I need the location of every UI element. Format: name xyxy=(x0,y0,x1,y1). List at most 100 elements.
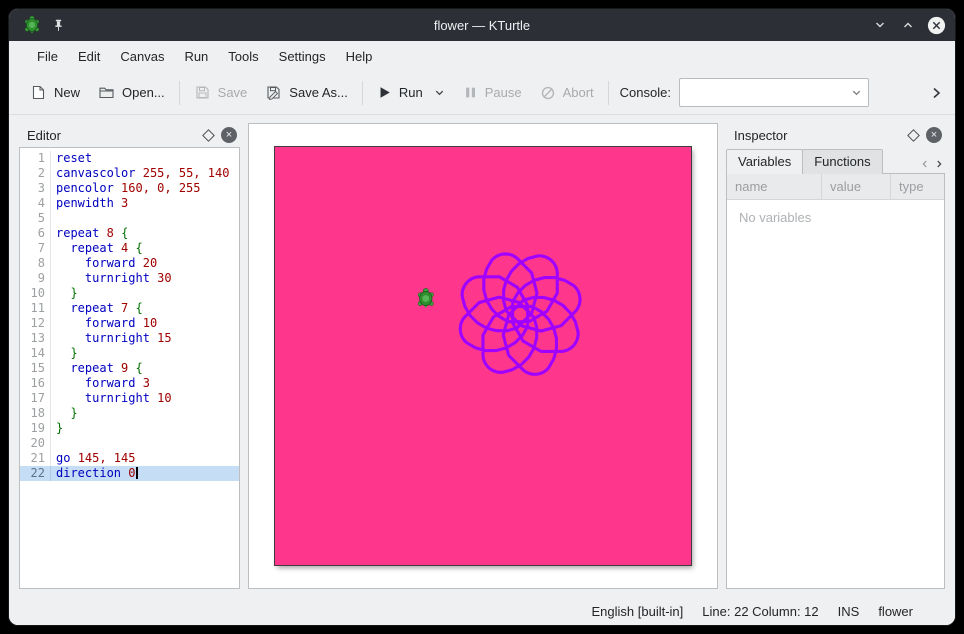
code-line-2[interactable]: 2canvascolor 255, 55, 140 xyxy=(20,166,239,181)
insert-mode-indicator: INS xyxy=(838,604,860,619)
flower-path xyxy=(460,254,580,374)
abort-button[interactable]: Abort xyxy=(531,79,603,107)
abort-label: Abort xyxy=(563,85,594,100)
code-line-16[interactable]: 16 forward 3 xyxy=(20,376,239,391)
menu-settings[interactable]: Settings xyxy=(269,44,336,69)
code-editor[interactable]: 1reset2canvascolor 255, 55, 1403pencolor… xyxy=(19,147,240,589)
code-line-5[interactable]: 5 xyxy=(20,211,239,226)
inspector-float-button[interactable] xyxy=(906,128,920,142)
run-play-icon xyxy=(377,85,392,100)
console-combobox[interactable] xyxy=(679,78,869,107)
run-speed-chevron-icon[interactable] xyxy=(434,87,445,98)
menu-file[interactable]: File xyxy=(27,44,68,69)
titlebar[interactable]: flower — KTurtle xyxy=(9,9,955,41)
editor-dock-header[interactable]: Editor × xyxy=(19,123,240,147)
line-number: 18 xyxy=(20,406,51,421)
line-number: 19 xyxy=(20,421,51,436)
column-type[interactable]: type xyxy=(891,174,944,199)
code-text: turnright 10 xyxy=(56,391,172,406)
close-icon xyxy=(927,16,946,35)
menu-tools[interactable]: Tools xyxy=(218,44,268,69)
code-line-21[interactable]: 21 go 145, 145 xyxy=(20,451,239,466)
code-text: } xyxy=(56,286,78,301)
code-line-11[interactable]: 11 repeat 7 { xyxy=(20,301,239,316)
line-number: 10 xyxy=(20,286,51,301)
code-line-7[interactable]: 7 repeat 4 { xyxy=(20,241,239,256)
column-value[interactable]: value xyxy=(822,174,891,199)
tab-variables[interactable]: Variables xyxy=(726,149,803,174)
code-text: forward 3 xyxy=(56,376,150,391)
code-line-19[interactable]: 19} xyxy=(20,421,239,436)
code-text: repeat 8 { xyxy=(56,226,128,241)
inspector-close-button[interactable]: × xyxy=(926,127,942,143)
canvas-view[interactable] xyxy=(248,123,718,589)
window-title: flower — KTurtle xyxy=(9,18,955,33)
main-toolbar: New Open... Save Save As... xyxy=(9,71,955,115)
code-text: repeat 9 { xyxy=(56,361,143,376)
menu-canvas[interactable]: Canvas xyxy=(110,44,174,69)
combo-chevron-down-icon[interactable] xyxy=(851,87,862,98)
code-line-17[interactable]: 17 turnright 10 xyxy=(20,391,239,406)
float-diamond-icon xyxy=(907,129,920,142)
text-cursor xyxy=(136,467,138,479)
chevron-left-icon xyxy=(920,159,930,169)
code-line-9[interactable]: 9 turnright 30 xyxy=(20,271,239,286)
chevron-down-icon xyxy=(874,19,886,31)
abort-icon xyxy=(540,85,556,101)
minimize-button[interactable] xyxy=(869,14,891,36)
line-number: 21 xyxy=(20,451,51,466)
editor-float-button[interactable] xyxy=(201,128,215,142)
inspector-dock: Inspector × Variables Functions xyxy=(726,123,945,589)
editor-close-button[interactable]: × xyxy=(221,127,237,143)
open-button[interactable]: Open... xyxy=(89,78,174,107)
pin-icon[interactable] xyxy=(51,18,66,33)
code-line-1[interactable]: 1reset xyxy=(20,151,239,166)
line-number: 15 xyxy=(20,361,51,376)
menu-run[interactable]: Run xyxy=(174,44,218,69)
turtle-canvas[interactable] xyxy=(275,147,691,565)
pause-button[interactable]: Pause xyxy=(454,79,531,106)
save-button[interactable]: Save xyxy=(185,78,257,107)
code-line-4[interactable]: 4penwidth 3 xyxy=(20,196,239,211)
menu-help[interactable]: Help xyxy=(336,44,383,69)
code-line-14[interactable]: 14 } xyxy=(20,346,239,361)
menu-edit[interactable]: Edit xyxy=(68,44,110,69)
code-lines: 1reset2canvascolor 255, 55, 1403pencolor… xyxy=(20,151,239,481)
code-text: go 145, 145 xyxy=(56,451,135,466)
code-line-6[interactable]: 6repeat 8 { xyxy=(20,226,239,241)
code-line-13[interactable]: 13 turnright 15 xyxy=(20,331,239,346)
tab-scroll-right-button[interactable] xyxy=(933,158,945,170)
save-as-icon xyxy=(265,84,282,101)
tab-functions[interactable]: Functions xyxy=(802,149,882,174)
code-line-12[interactable]: 12 forward 10 xyxy=(20,316,239,331)
code-line-20[interactable]: 20 xyxy=(20,436,239,451)
maximize-button[interactable] xyxy=(897,14,919,36)
column-name[interactable]: name xyxy=(727,174,822,199)
code-text: turnright 15 xyxy=(56,331,172,346)
code-line-8[interactable]: 8 forward 20 xyxy=(20,256,239,271)
run-button[interactable]: Run xyxy=(368,79,454,106)
toolbar-separator xyxy=(362,81,363,105)
table-header: name value type xyxy=(727,174,944,200)
pause-icon xyxy=(463,85,478,100)
code-line-18[interactable]: 18 } xyxy=(20,406,239,421)
turtle-sprite[interactable] xyxy=(418,288,433,308)
new-button[interactable]: New xyxy=(21,78,89,107)
language-indicator: English [built-in] xyxy=(592,604,684,619)
code-line-22[interactable]: 22direction 0 xyxy=(20,466,239,481)
line-number: 3 xyxy=(20,181,51,196)
save-as-button[interactable]: Save As... xyxy=(256,78,357,107)
no-variables-text: No variables xyxy=(727,200,944,235)
inspector-dock-header[interactable]: Inspector × xyxy=(726,123,945,147)
new-label: New xyxy=(54,85,80,100)
code-line-3[interactable]: 3pencolor 160, 0, 255 xyxy=(20,181,239,196)
save-label: Save xyxy=(218,85,248,100)
tab-scroll-left-button[interactable] xyxy=(919,158,931,170)
kturtle-window: flower — KTurtle xyxy=(8,8,956,626)
toolbar-overflow-button[interactable] xyxy=(925,82,947,104)
code-line-15[interactable]: 15 repeat 9 { xyxy=(20,361,239,376)
code-line-10[interactable]: 10 } xyxy=(20,286,239,301)
close-button[interactable] xyxy=(925,14,947,36)
console-input[interactable] xyxy=(680,85,851,100)
line-number: 7 xyxy=(20,241,51,256)
